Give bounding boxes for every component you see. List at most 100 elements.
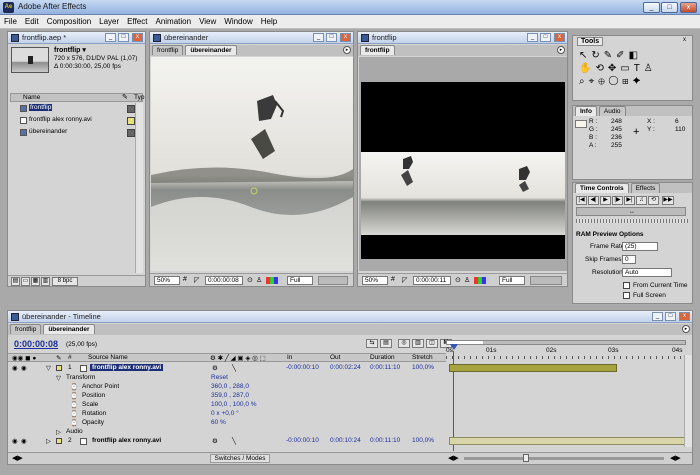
comp1-timecode[interactable]: 0:00:00:08 <box>205 276 243 285</box>
stopwatch-icon[interactable]: ⌚ <box>70 392 78 400</box>
layer-stretch[interactable]: 100,0% <box>412 437 434 444</box>
layer-duration-bar[interactable] <box>449 437 685 445</box>
last-frame-icon[interactable]: ▶| <box>624 196 635 205</box>
full-screen-checkbox[interactable] <box>623 292 630 299</box>
panel-menu-icon[interactable]: ▸ <box>682 325 690 333</box>
col-stretch[interactable]: Stretch <box>412 354 433 361</box>
first-frame-icon[interactable]: |◀ <box>576 196 587 205</box>
property-row[interactable]: ⌚ Scale 100,0 , 100,0 % <box>8 401 448 410</box>
panel-close-button[interactable]: x <box>132 33 143 42</box>
audio-icon[interactable]: ♫ <box>636 196 647 205</box>
orbit-tool-icon[interactable]: ⟲ <box>595 63 607 74</box>
puppet-tool-icon[interactable]: ✦ <box>633 76 645 87</box>
layer-row[interactable]: ◉ ◉ ▷ 2 frontflip alex ronny.avi ⚙ ╲ -0:… <box>8 437 685 446</box>
speaker-icon[interactable]: ◉ <box>21 364 27 372</box>
eye-icon[interactable]: ◉ <box>12 437 18 445</box>
layer-in[interactable]: -0:00:00:10 <box>286 437 319 444</box>
stopwatch-icon[interactable]: ⌚ <box>70 401 78 409</box>
col-in[interactable]: In <box>287 354 292 361</box>
col-duration[interactable]: Duration <box>370 354 395 361</box>
property-row[interactable]: ⌚ Rotation 0 x +0,0 ° <box>8 410 448 419</box>
resolution-select[interactable]: Auto <box>622 268 672 277</box>
property-value[interactable]: 359,0 , 287,0 <box>211 392 249 399</box>
zoom-select[interactable]: 50% <box>154 276 180 285</box>
col-number[interactable]: # <box>68 354 72 361</box>
property-value[interactable]: 0 x +0,0 ° <box>211 410 239 417</box>
minimize-button[interactable]: _ <box>643 2 660 13</box>
project-item[interactable]: frontflip alex ronny.avi <box>10 116 142 126</box>
stamp-tool-icon[interactable]: ⊞ <box>622 76 632 87</box>
trash-icon[interactable]: ▥ <box>41 277 50 286</box>
ram-preview-icon[interactable]: ▶▶ <box>662 196 674 205</box>
brush-tool-icon[interactable]: ✐ <box>616 50 628 61</box>
jog-handle-icon[interactable]: ↔ <box>629 209 635 215</box>
property-row[interactable]: ⌚ Anchor Point 360,0 , 288,0 <box>8 383 448 392</box>
comp2-canvas[interactable] <box>359 57 567 271</box>
timeline-timecode[interactable]: 0:00:00:08 <box>14 339 58 349</box>
timeline-scrollbar[interactable] <box>684 355 692 447</box>
label-color-swatch[interactable] <box>56 365 62 371</box>
pen-tool-icon[interactable]: ✎ <box>604 50 616 61</box>
eraser-tool-icon[interactable]: ◧ <box>629 50 642 61</box>
frame-rate-select[interactable]: (25) <box>622 242 658 251</box>
expand-icon[interactable]: ▽ <box>46 364 51 372</box>
shuttle-ruler[interactable] <box>576 219 688 223</box>
expand-icon[interactable]: ▽ <box>56 374 61 382</box>
zoom-slider-thumb[interactable] <box>523 454 529 462</box>
pan-behind-tool-icon[interactable]: ✥ <box>608 63 620 74</box>
zoom-tool-icon[interactable]: ⌕ <box>579 76 589 87</box>
close-button[interactable]: x <box>680 2 697 13</box>
resolution-select[interactable]: Full <box>499 276 525 285</box>
tab-effects[interactable]: Effects <box>630 183 661 193</box>
motion-blur-icon[interactable]: ◎ <box>398 339 410 348</box>
ellipse-tool-icon[interactable]: ◯ <box>609 76 622 87</box>
zoom-in-icon[interactable]: ◀▶ <box>670 454 681 462</box>
person-icon[interactable]: ♙ <box>464 276 470 284</box>
draft-3d-icon[interactable]: ◫ <box>426 339 438 348</box>
layer-out[interactable]: 0:00:02:24 <box>330 364 361 371</box>
col-name[interactable]: Name <box>23 94 40 101</box>
menu-animation[interactable]: Animation <box>151 15 195 28</box>
snapshot-icon[interactable]: ◸ <box>194 276 199 284</box>
frame-blend-icon[interactable]: ▥ <box>412 339 424 348</box>
property-value[interactable]: 60 % <box>211 419 226 426</box>
selection-tool-icon[interactable]: ↖ <box>579 50 591 61</box>
interpret-footage-icon[interactable]: ▤ <box>11 277 20 286</box>
camera-icon[interactable]: ⊙ <box>455 276 461 284</box>
transform-group[interactable]: ▽ Transform Reset <box>8 374 448 383</box>
panel-maximize-button[interactable]: □ <box>118 33 129 42</box>
snapshot-icon[interactable]: ▤ <box>380 339 392 348</box>
label-column-icon[interactable]: ✎ <box>122 93 128 101</box>
person-icon[interactable]: ♙ <box>256 276 262 284</box>
from-current-checkbox[interactable] <box>623 282 630 289</box>
quality-switch-icon[interactable]: ╲ <box>232 364 236 372</box>
col-out[interactable]: Out <box>330 354 340 361</box>
panel-close-button[interactable]: x <box>554 33 565 42</box>
layer-name[interactable]: frontflip alex ronny.avi <box>90 364 164 371</box>
tab-uebereinander[interactable]: übereinander <box>185 45 237 55</box>
layer-out[interactable]: 0:00:10:24 <box>330 437 361 444</box>
panel-minimize-button[interactable]: _ <box>527 33 538 42</box>
comp-marker-icon[interactable]: ⇆ <box>366 339 378 348</box>
channel-icon[interactable] <box>474 277 490 284</box>
panel-menu-icon[interactable]: ▸ <box>343 46 351 54</box>
label-color-swatch[interactable] <box>56 438 62 444</box>
panel-maximize-button[interactable]: □ <box>540 33 551 42</box>
layer-stretch[interactable]: 100,0% <box>412 364 434 371</box>
tab-info[interactable]: Info <box>575 106 597 116</box>
skip-frames-input[interactable]: 0 <box>622 255 636 264</box>
camera-tool-icon[interactable]: ⌖ <box>589 76 599 87</box>
stopwatch-icon[interactable]: ⌚ <box>70 419 78 427</box>
stopwatch-icon[interactable]: ⌚ <box>70 383 78 391</box>
new-folder-icon[interactable]: ▭ <box>21 277 30 286</box>
snapshot-icon[interactable]: ◸ <box>402 276 407 284</box>
layer-duration[interactable]: 0:00:11:10 <box>370 437 400 444</box>
menu-layer[interactable]: Layer <box>95 15 123 28</box>
comp2-timecode[interactable]: 0:00:00:11 <box>413 276 451 285</box>
tab-frontflip[interactable]: frontflip <box>10 324 42 334</box>
stopwatch-icon[interactable]: ⌚ <box>70 410 78 418</box>
tab-frontflip[interactable]: frontflip <box>360 45 395 55</box>
zoom-out-icon[interactable]: ◀▶ <box>448 454 459 462</box>
tab-time-controls[interactable]: Time Controls <box>575 183 629 193</box>
new-comp-icon[interactable]: ▦ <box>31 277 40 286</box>
